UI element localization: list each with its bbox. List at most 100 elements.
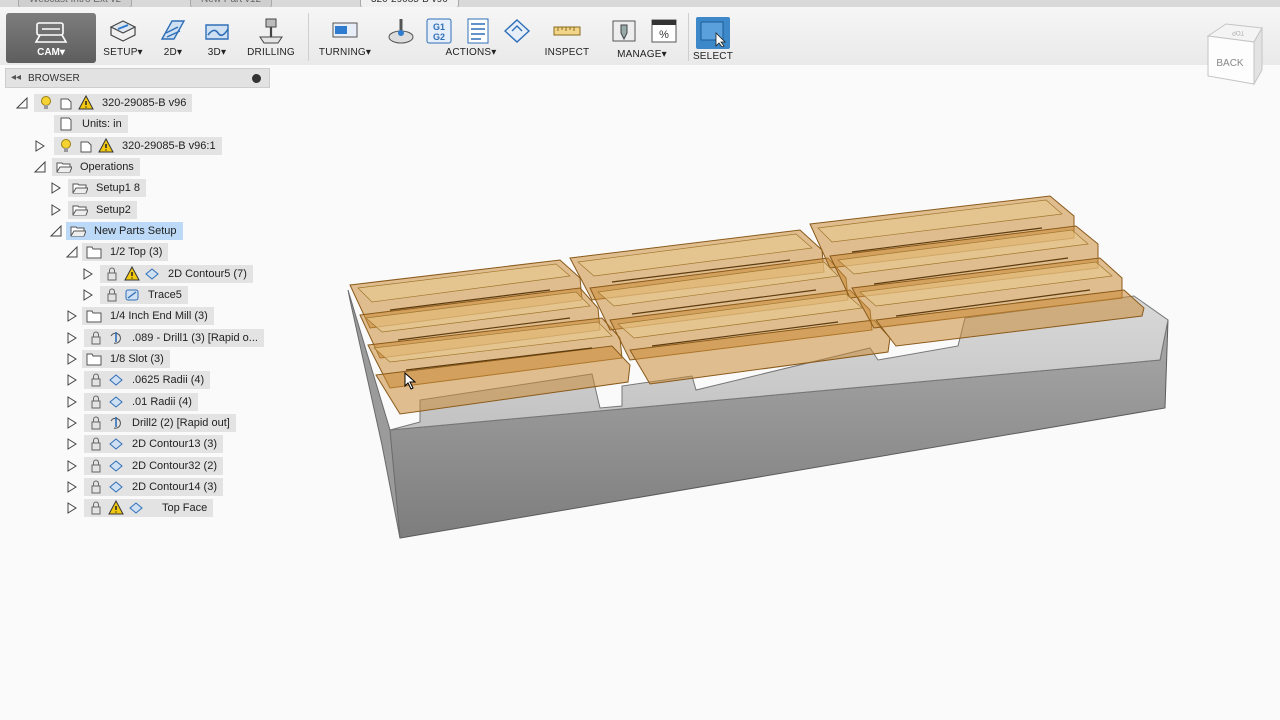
measure-icon (553, 26, 581, 36)
expanded-triangle-icon[interactable] (34, 161, 46, 173)
collapsed-triangle-icon[interactable] (66, 502, 78, 514)
folder-icon (86, 244, 102, 260)
tree-node-root[interactable]: 320-29085-B v96 (34, 94, 193, 112)
tree-node-operation[interactable]: 2D Contour13 (3) (84, 435, 223, 453)
3d-viewport[interactable] (330, 160, 1190, 560)
3d-label: 3D▾ (207, 47, 227, 58)
tree-node-operation[interactable]: 2D Contour14 (3) (84, 478, 223, 496)
tree-node-label: 2D Contour13 (3) (132, 438, 217, 450)
collapsed-triangle-icon[interactable] (82, 289, 94, 301)
browser-panel-header[interactable]: ◂◂ BROWSER (5, 68, 270, 88)
setup-button[interactable]: SETUP▾ (102, 7, 144, 65)
lock-icon[interactable] (104, 287, 120, 303)
collapsed-triangle-icon[interactable] (66, 332, 78, 344)
tree-node-units[interactable]: Units: in (54, 115, 128, 133)
inspect-button[interactable]: INSPECT (544, 7, 590, 65)
lightbulb-icon[interactable] (58, 138, 74, 154)
collapsed-triangle-icon[interactable] (50, 204, 62, 216)
tree-node-label: Trace5 (148, 289, 182, 301)
tree-node-label: .01 Radii (4) (132, 396, 192, 408)
2d-button[interactable]: 2D▾ (156, 7, 190, 65)
browser-options-icon[interactable] (252, 74, 261, 83)
lock-icon[interactable] (88, 394, 104, 410)
tree-node-label: .089 - Drill1 (3) [Rapid o... (132, 332, 258, 344)
select-button[interactable]: SELECT (692, 7, 734, 65)
collapsed-triangle-icon[interactable] (66, 481, 78, 493)
tree-node-component[interactable]: 320-29085-B v96:1 (54, 137, 222, 155)
warning-icon (78, 95, 94, 111)
tree-node-operations[interactable]: Operations (52, 158, 140, 176)
cam-workspace-icon (34, 22, 68, 43)
contour-icon (108, 458, 124, 474)
tree-node-folder-top[interactable]: 1/2 Top (3) (82, 243, 169, 261)
collapsed-triangle-icon[interactable] (66, 310, 78, 322)
tree-node-folder-endmill[interactable]: 1/4 Inch End Mill (3) (82, 307, 214, 325)
actions-label: ACTIONS▾ (445, 47, 497, 58)
tree-node-label: Operations (80, 161, 134, 173)
document-icon (58, 116, 74, 132)
cam-stock-model[interactable] (330, 160, 1190, 560)
drill-icon (108, 415, 124, 431)
select-arrow-icon (696, 17, 730, 49)
contour-icon (108, 394, 124, 410)
collapsed-triangle-icon[interactable] (66, 417, 78, 429)
tree-node-setup2[interactable]: Setup2 (68, 201, 137, 219)
component-icon (58, 95, 74, 111)
tree-node-label: 1/4 Inch End Mill (3) (110, 310, 208, 322)
lock-icon[interactable] (88, 500, 104, 516)
collapsed-triangle-icon[interactable] (66, 460, 78, 472)
lock-icon[interactable] (88, 330, 104, 346)
collapsed-triangle-icon[interactable] (34, 140, 46, 152)
tool-library-button[interactable] (500, 7, 534, 65)
actions-button[interactable]: ACTIONS▾ (445, 7, 498, 65)
workspace-label: CAM▾ (37, 47, 65, 58)
tree-node-operation[interactable]: Trace5 (100, 286, 188, 304)
collapsed-triangle-icon[interactable] (66, 438, 78, 450)
tree-node-folder-slot[interactable]: 1/8 Slot (3) (82, 350, 170, 368)
tree-node-setup1[interactable]: Setup1 8 (68, 179, 147, 197)
collapse-arrows-icon[interactable]: ◂◂ (11, 72, 21, 83)
g1g2-icon: G1 G2 (426, 18, 452, 44)
face-icon (128, 500, 144, 516)
tree-node-operation[interactable]: Top Face (84, 499, 214, 517)
setup-sheet-icon (467, 18, 489, 44)
tree-node-label: 320-29085-B v96:1 (122, 140, 216, 152)
ribbon-toolbar: CAM▾ SETUP▾ 2D▾ 3D▾ DRILLING TURNING▾ G1… (0, 7, 1280, 65)
tree-node-new-parts-setup[interactable]: New Parts Setup (66, 222, 183, 240)
collapsed-triangle-icon[interactable] (66, 353, 78, 365)
select-label: SELECT (692, 51, 734, 62)
setup-folder-icon (72, 202, 88, 218)
warning-icon (98, 138, 114, 154)
lock-icon[interactable] (88, 415, 104, 431)
tree-node-operation[interactable]: 2D Contour5 (7) (100, 265, 253, 283)
lightbulb-icon[interactable] (38, 95, 54, 111)
collapsed-triangle-icon[interactable] (66, 374, 78, 386)
tree-node-label: Units: in (82, 118, 122, 130)
open-folder-icon (56, 159, 72, 175)
3d-button[interactable]: 3D▾ (200, 7, 234, 65)
drilling-button[interactable]: DRILLING (246, 7, 296, 65)
collapsed-triangle-icon[interactable] (50, 182, 62, 194)
tree-node-operation[interactable]: 2D Contour32 (2) (84, 457, 223, 475)
tree-node-operation[interactable]: .089 - Drill1 (3) [Rapid o... (84, 329, 264, 347)
tree-node-operation[interactable]: Drill2 (2) [Rapid out] (84, 414, 236, 432)
lock-icon[interactable] (88, 436, 104, 452)
tree-node-operation[interactable]: .0625 Radii (4) (84, 371, 211, 389)
lock-icon[interactable] (88, 372, 104, 388)
lock-icon[interactable] (88, 479, 104, 495)
lock-icon[interactable] (104, 266, 120, 282)
manage-percent-button[interactable]: % (646, 7, 682, 65)
simulate-button[interactable] (386, 7, 416, 65)
drill-icon (259, 18, 283, 44)
tool-icon (612, 20, 636, 42)
lock-icon[interactable] (88, 458, 104, 474)
workspace-switcher-button[interactable]: CAM▾ (6, 13, 96, 63)
turning-button[interactable]: TURNING▾ (318, 7, 372, 65)
collapsed-triangle-icon[interactable] (82, 268, 94, 280)
view-cube[interactable]: BACK TOP (1200, 18, 1270, 98)
expanded-triangle-icon[interactable] (16, 97, 28, 109)
tree-node-operation[interactable]: .01 Radii (4) (84, 393, 198, 411)
expanded-triangle-icon[interactable] (66, 246, 78, 258)
collapsed-triangle-icon[interactable] (66, 396, 78, 408)
expanded-triangle-icon[interactable] (50, 225, 62, 237)
